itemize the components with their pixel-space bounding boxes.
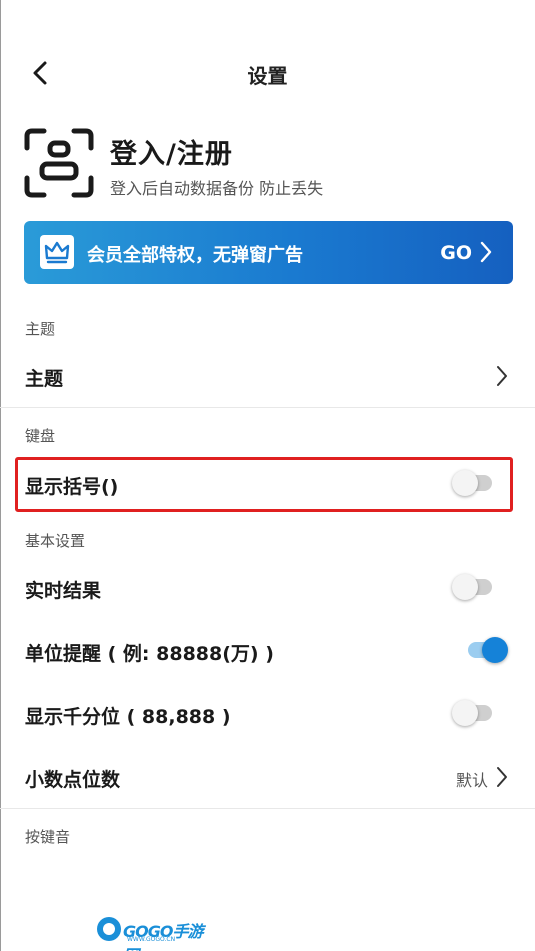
- unit-hint-label: 单位提醒 ( 例: 88888(万) ): [25, 643, 274, 665]
- vip-banner[interactable]: 会员全部特权，无弹窗广告 GO: [24, 221, 513, 284]
- page-title: 设置: [247, 64, 288, 88]
- unit-hint-toggle[interactable]: [464, 634, 508, 666]
- section-label-keyboard: 键盘: [25, 427, 56, 445]
- thousands-separator-toggle[interactable]: [452, 697, 496, 729]
- toggle-knob: [482, 637, 508, 663]
- show-brackets-label: 显示括号(): [25, 476, 119, 498]
- divider: [0, 808, 535, 809]
- realtime-result-label: 实时结果: [25, 580, 102, 602]
- realtime-result-toggle[interactable]: [452, 571, 496, 603]
- site-watermark: GOGO手游网 WWW.GOGO.CN: [97, 914, 207, 951]
- show-brackets-row: 显示括号(): [0, 459, 535, 509]
- realtime-result-row: 实时结果: [0, 563, 535, 613]
- theme-row[interactable]: 主题: [0, 351, 535, 401]
- crown-icon: [40, 235, 74, 269]
- theme-row-label: 主题: [25, 368, 64, 390]
- chevron-right-icon: [480, 241, 492, 263]
- thousands-separator-label: 显示千分位 ( 88,888 ): [25, 706, 231, 728]
- login-register-entry[interactable]: 登入/注册 登入后自动数据备份 防止丢失: [24, 128, 514, 200]
- toggle-knob: [452, 470, 478, 496]
- vip-go-label: GO: [440, 242, 472, 264]
- login-subtitle: 登入后自动数据备份 防止丢失: [110, 179, 324, 198]
- divider: [0, 407, 535, 408]
- vip-text: 会员全部特权，无弹窗广告: [87, 245, 303, 266]
- decimal-places-value: 默认: [456, 771, 489, 790]
- chevron-right-icon: [497, 366, 507, 386]
- show-brackets-toggle[interactable]: [452, 467, 496, 499]
- decimal-places-label: 小数点位数: [25, 769, 121, 791]
- decimal-places-row[interactable]: 小数点位数 默认: [0, 752, 535, 802]
- thousands-separator-row: 显示千分位 ( 88,888 ): [0, 689, 535, 739]
- watermark-domain: WWW.GOGO.CN: [127, 936, 176, 943]
- section-label-basic: 基本设置: [25, 532, 86, 550]
- section-label-theme: 主题: [25, 320, 56, 338]
- unit-hint-row: 单位提醒 ( 例: 88888(万) ): [0, 626, 535, 676]
- toggle-knob: [452, 700, 478, 726]
- watermark-brand: GOGO手游网: [123, 922, 203, 951]
- watermark-logo-icon: [97, 917, 121, 941]
- section-label-key-sound: 按键音: [25, 828, 71, 846]
- chevron-right-icon: [497, 767, 507, 787]
- face-scan-icon: [24, 128, 94, 198]
- toggle-knob: [452, 574, 478, 600]
- login-title: 登入/注册: [110, 139, 233, 170]
- top-bar: 设置: [0, 42, 535, 102]
